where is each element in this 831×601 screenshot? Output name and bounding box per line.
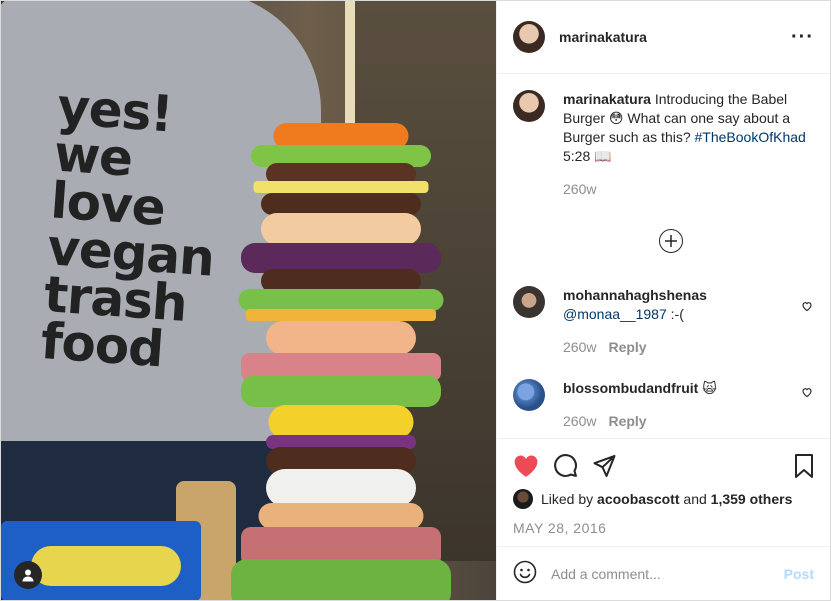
comment-body: mohannahaghshenas @monaa__1987 :-( 260w R… bbox=[563, 286, 803, 357]
bookmark-icon[interactable] bbox=[794, 453, 814, 481]
shirt-print: yes! we love vegan trash food bbox=[39, 78, 225, 379]
author-avatar[interactable] bbox=[513, 21, 545, 53]
comment-mention[interactable]: @monaa__1987 bbox=[563, 306, 667, 322]
caption-meta: 260w bbox=[563, 180, 814, 199]
post-image[interactable]: yes! we love vegan trash food bbox=[1, 1, 496, 600]
comment-age[interactable]: 260w bbox=[563, 339, 596, 355]
reply-button[interactable]: Reply bbox=[608, 413, 646, 429]
comment-meta: 260w Reply bbox=[563, 412, 803, 431]
comment-meta: 260w Reply bbox=[563, 338, 803, 357]
heart-outline-icon[interactable] bbox=[801, 385, 813, 401]
caption-username[interactable]: marinakatura bbox=[563, 91, 651, 107]
reply-button[interactable]: Reply bbox=[608, 339, 646, 355]
caption-hashtag[interactable]: #TheBookOfKhad bbox=[695, 129, 806, 145]
post-side-panel: marinakatura ··· marinakatura Introducin… bbox=[496, 1, 830, 600]
more-horizontal-icon[interactable]: ··· bbox=[791, 27, 814, 47]
likes-count[interactable]: 1,359 others bbox=[711, 491, 793, 507]
post-date[interactable]: MAY 28, 2016 bbox=[513, 520, 814, 536]
comment-text-line: @monaa__1987 :-( bbox=[563, 305, 803, 324]
likes-mid: and bbox=[683, 491, 707, 507]
liker-avatar[interactable] bbox=[513, 489, 533, 509]
emoji-icon[interactable] bbox=[513, 560, 537, 587]
tagged-user-icon[interactable] bbox=[14, 561, 42, 589]
comment-item: blossombudandfruit 🙀 260w Reply bbox=[513, 379, 815, 431]
comment-avatar[interactable] bbox=[513, 286, 545, 318]
comment-input[interactable] bbox=[551, 565, 784, 582]
image-skewer bbox=[345, 1, 355, 126]
comment-body: blossombudandfruit 🙀 260w Reply bbox=[563, 379, 803, 431]
action-bar: Liked by acoobascott and 1,359 others MA… bbox=[497, 438, 830, 536]
post-button[interactable]: Post bbox=[784, 566, 814, 582]
author-username[interactable]: marinakatura bbox=[559, 29, 647, 45]
likes-summary: Liked by acoobascott and 1,359 others bbox=[513, 487, 814, 511]
comments-section: marinakatura Introducing the Babel Burge… bbox=[497, 74, 830, 436]
post-card: yes! we love vegan trash food marinakatu… bbox=[0, 0, 831, 601]
comment-text: 🙀 bbox=[698, 380, 717, 396]
comment-username[interactable]: blossombudandfruit bbox=[563, 380, 698, 396]
heart-outline-icon[interactable] bbox=[801, 299, 813, 315]
caption-avatar[interactable] bbox=[513, 90, 545, 122]
heart-filled-icon[interactable] bbox=[513, 454, 539, 481]
caption: marinakatura Introducing the Babel Burge… bbox=[513, 90, 814, 199]
share-icon[interactable] bbox=[592, 454, 617, 481]
likes-prefix: Liked by bbox=[541, 491, 594, 507]
action-icons bbox=[513, 439, 814, 487]
image-tray-label bbox=[31, 546, 181, 586]
load-more-comments-icon[interactable] bbox=[659, 229, 683, 253]
liked-user[interactable]: acoobascott bbox=[597, 491, 679, 507]
post-header: marinakatura ··· bbox=[497, 1, 830, 74]
comment-item: mohannahaghshenas @monaa__1987 :-( 260w R… bbox=[513, 286, 815, 357]
comment-text: :-( bbox=[666, 306, 684, 322]
comment-age[interactable]: 260w bbox=[563, 413, 596, 429]
caption-body: marinakatura Introducing the Babel Burge… bbox=[563, 90, 814, 199]
comment-avatar[interactable] bbox=[513, 379, 545, 411]
burger-stack bbox=[221, 119, 461, 600]
comment-icon[interactable] bbox=[553, 453, 578, 481]
comment-username[interactable]: mohannahaghshenas bbox=[563, 287, 707, 303]
caption-tail: 5:28 📖 bbox=[563, 148, 612, 164]
caption-age[interactable]: 260w bbox=[563, 181, 596, 197]
caption-emoji: 😳 bbox=[608, 110, 624, 126]
comment-composer: Post bbox=[497, 546, 830, 600]
